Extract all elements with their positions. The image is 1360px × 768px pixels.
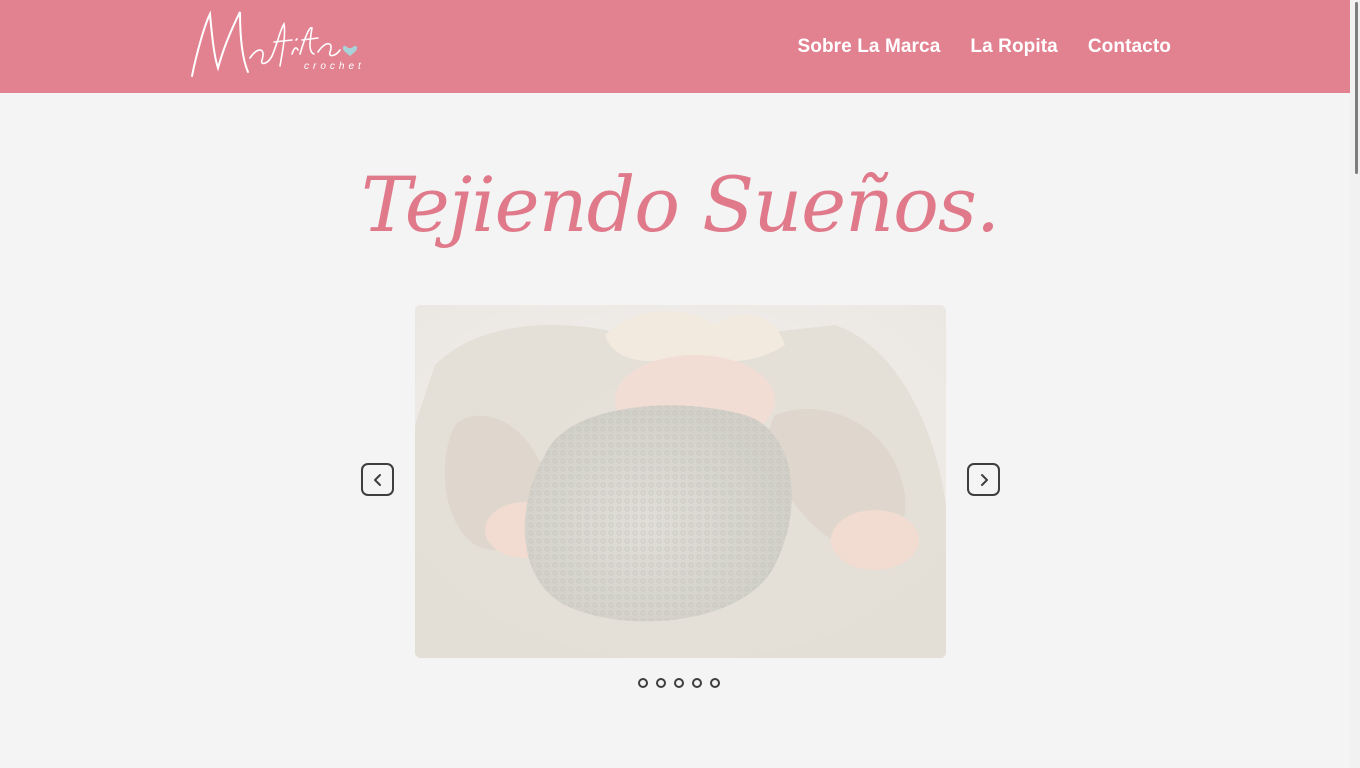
site-header: crochet Sobre La Marca La Ropita Contact… bbox=[0, 0, 1360, 93]
carousel-dot-1[interactable] bbox=[638, 678, 648, 688]
brand-logo[interactable]: crochet bbox=[188, 6, 372, 82]
logo-signature: crochet bbox=[191, 10, 365, 77]
hero-title: Tejiendo Sueños. bbox=[361, 160, 1000, 249]
carousel-dot-4[interactable] bbox=[692, 678, 702, 688]
carousel-dot-2[interactable] bbox=[656, 678, 666, 688]
carousel-slide-image bbox=[415, 305, 946, 658]
carousel-prev-button[interactable] bbox=[361, 463, 394, 496]
carousel-pagination bbox=[638, 678, 720, 688]
chevron-right-icon bbox=[980, 473, 988, 486]
heart-icon bbox=[342, 45, 358, 56]
baby-crochet-bonnet-photo bbox=[415, 305, 946, 658]
carousel-dot-3[interactable] bbox=[674, 678, 684, 688]
carousel-next-button[interactable] bbox=[967, 463, 1000, 496]
nav-link-contacto[interactable]: Contacto bbox=[1088, 36, 1171, 58]
main-nav: Sobre La Marca La Ropita Contacto bbox=[797, 0, 1171, 93]
scrollbar-thumb[interactable] bbox=[1355, 2, 1358, 174]
chevron-left-icon bbox=[373, 473, 381, 486]
svg-text:crochet: crochet bbox=[304, 61, 365, 72]
page-scrollbar[interactable] bbox=[1350, 0, 1360, 768]
carousel-dot-5[interactable] bbox=[710, 678, 720, 688]
nav-link-la-ropita[interactable]: La Ropita bbox=[970, 36, 1057, 58]
nav-link-sobre-la-marca[interactable]: Sobre La Marca bbox=[797, 36, 940, 58]
